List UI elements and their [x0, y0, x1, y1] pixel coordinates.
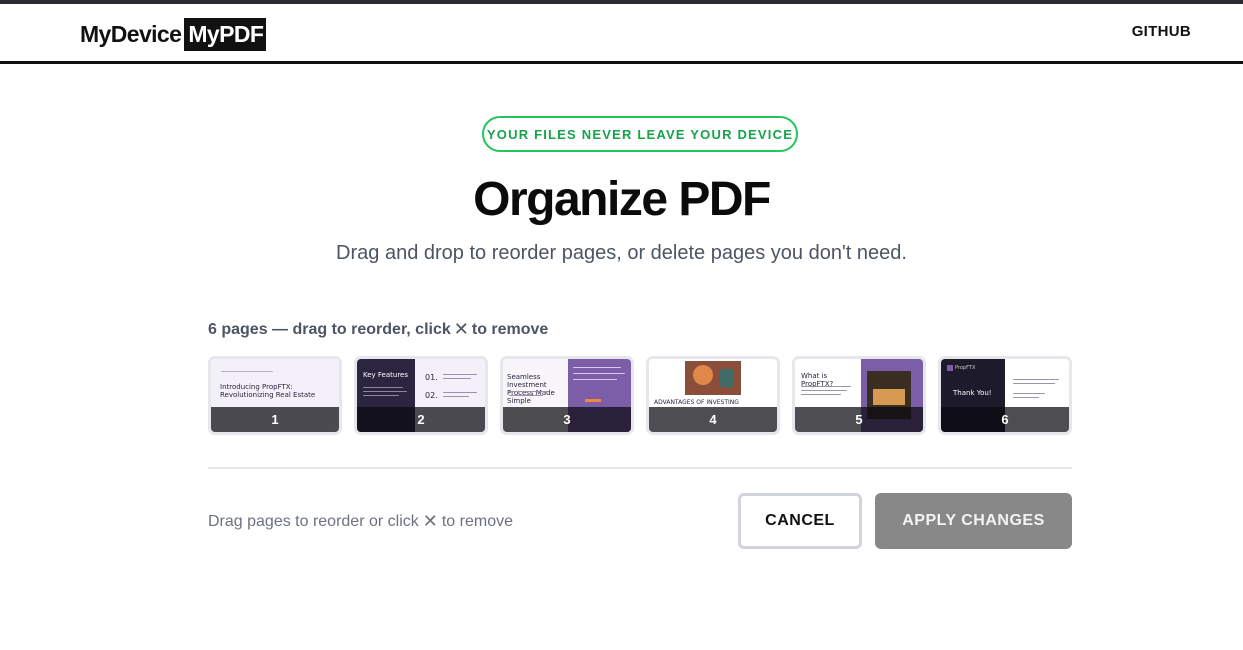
footer-hint-prefix: Drag pages to reorder or click	[208, 512, 419, 530]
page-number: 6	[1001, 412, 1009, 427]
page-thumbnail-6[interactable]: PropFTX Thank You! 6	[938, 356, 1072, 435]
footer-hint: Drag pages to reorder or click ✕ to remo…	[208, 511, 513, 532]
page-thumbnails: Introducing PropFTX: Revolutionizing Rea…	[208, 356, 1072, 436]
pages-count-label: 6 pages — drag to reorder, click ✕ to re…	[208, 319, 548, 340]
page-number: 4	[709, 412, 717, 427]
page-number: 1	[271, 412, 279, 427]
page-number: 5	[855, 412, 863, 427]
page-thumbnail-2[interactable]: Key Features 01. 02. 2	[354, 356, 488, 435]
github-link[interactable]: GITHUB	[1132, 23, 1191, 40]
slide-heading: Thank You!	[953, 389, 992, 397]
slide-heading: Key Features	[363, 371, 409, 379]
page-number: 2	[417, 412, 425, 427]
footer-hint-suffix: to remove	[441, 512, 513, 530]
apply-changes-button[interactable]: APPLY CHANGES	[875, 493, 1072, 549]
section-divider	[208, 467, 1072, 469]
page-thumbnail-1[interactable]: Introducing PropFTX: Revolutionizing Rea…	[208, 356, 342, 435]
slide-heading: Seamless Investment Process Made Simple	[507, 373, 555, 405]
logo-text-mydevice: MyDevice	[80, 21, 182, 47]
app-header: MyDevice MyPDF GITHUB	[0, 4, 1243, 64]
page-title: Organize PDF	[473, 173, 771, 226]
close-icon: ✕	[453, 319, 469, 339]
cancel-button[interactable]: CANCEL	[738, 493, 862, 549]
privacy-badge: YOUR FILES NEVER LEAVE YOUR DEVICE	[482, 116, 798, 152]
pages-label-prefix: 6 pages — drag to reorder, click	[208, 320, 451, 338]
page-thumbnail-5[interactable]: What is PropFTX? 5	[792, 356, 926, 435]
slide-brand: PropFTX	[955, 365, 976, 371]
page-thumbnail-4[interactable]: ADVANTAGES OF INVESTING 4	[646, 356, 780, 435]
close-icon: ✕	[422, 511, 438, 531]
logo-text-mypdf: MyPDF	[184, 18, 267, 51]
slide-heading: ADVANTAGES OF INVESTING	[654, 399, 739, 406]
page-number: 3	[563, 412, 571, 427]
page-subtitle: Drag and drop to reorder pages, or delet…	[336, 242, 907, 264]
pages-label-suffix: to remove	[471, 320, 549, 338]
slide-number-01: 01.	[425, 373, 438, 382]
page-thumbnail-3[interactable]: Seamless Investment Process Made Simple …	[500, 356, 634, 435]
slide-heading: Introducing PropFTX: Revolutionizing Rea…	[220, 383, 316, 399]
logo[interactable]: MyDevice MyPDF	[80, 18, 267, 51]
slide-number-02: 02.	[425, 391, 438, 400]
